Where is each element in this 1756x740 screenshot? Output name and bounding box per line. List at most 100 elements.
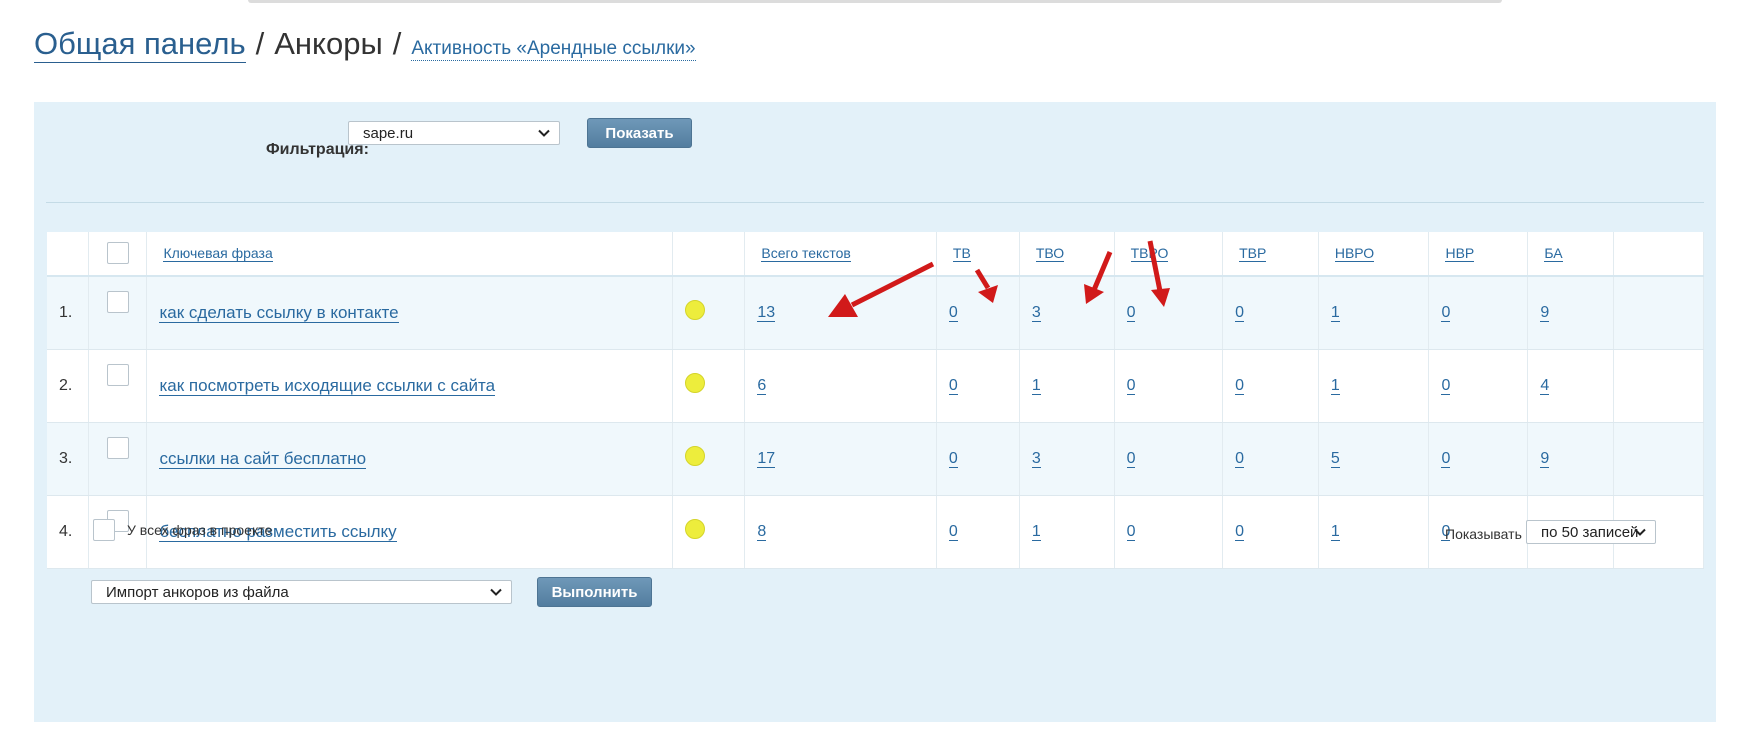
sort-phrase-link[interactable]: Ключевая фраза xyxy=(163,244,273,262)
bulk-action-select[interactable]: Импорт анкоров из файла xyxy=(91,580,512,604)
phrase-link[interactable]: как сделать ссылку в контакте xyxy=(159,302,399,323)
sort-nvro-link[interactable]: НВРО xyxy=(1334,244,1375,262)
row-checkbox[interactable] xyxy=(106,363,129,386)
per-page-label: Показывать xyxy=(1445,526,1522,542)
header-tvr: ТВР xyxy=(1222,232,1319,277)
per-page-select[interactable]: по 50 записей xyxy=(1526,520,1656,544)
header-tvo: ТВО xyxy=(1019,232,1115,277)
tvro-cell: 0 xyxy=(1114,422,1224,496)
ba-link[interactable]: 9 xyxy=(1540,449,1550,468)
execute-button[interactable]: Выполнить xyxy=(537,577,652,607)
nvro-link[interactable]: 5 xyxy=(1330,449,1340,468)
phrase-cell: ссылки на сайт бесплатно xyxy=(146,422,674,496)
tv-link[interactable]: 0 xyxy=(948,376,958,395)
tvo-cell: 1 xyxy=(1019,349,1115,423)
status-cell xyxy=(672,495,746,569)
all-phrases-checkbox[interactable] xyxy=(93,519,115,541)
nvr-cell: 0 xyxy=(1428,422,1529,496)
nvr-cell: 0 xyxy=(1428,349,1529,423)
header-tvro: ТВРО xyxy=(1114,232,1224,277)
nvr-link[interactable]: 0 xyxy=(1441,449,1451,468)
phrase-cell: как сделать ссылку в контакте xyxy=(146,276,674,350)
tvro-link[interactable]: 0 xyxy=(1126,376,1136,395)
sort-nvr-link[interactable]: НВР xyxy=(1445,244,1475,262)
breadcrumb-separator: / xyxy=(392,26,402,61)
tvro-cell: 0 xyxy=(1114,495,1224,569)
header-total: Всего текстов xyxy=(744,232,937,277)
tvr-link[interactable]: 0 xyxy=(1235,303,1244,322)
tvo-link[interactable]: 1 xyxy=(1031,376,1041,395)
tvo-link[interactable]: 3 xyxy=(1031,303,1041,322)
tvro-link[interactable]: 0 xyxy=(1126,449,1136,468)
tvr-link[interactable]: 0 xyxy=(1235,449,1244,468)
sort-tvr-link[interactable]: ТВР xyxy=(1239,244,1267,262)
nvr-link[interactable]: 0 xyxy=(1441,376,1451,395)
sort-tv-link[interactable]: ТВ xyxy=(952,244,971,262)
select-all-checkbox[interactable] xyxy=(106,242,129,264)
sort-tvo-link[interactable]: ТВО xyxy=(1035,244,1065,262)
header-num xyxy=(47,232,89,277)
nvro-cell: 1 xyxy=(1318,495,1430,569)
row-number: 4. xyxy=(47,495,89,569)
tv-link[interactable]: 0 xyxy=(948,449,958,468)
pad-cell xyxy=(1613,276,1705,350)
ba-link[interactable]: 9 xyxy=(1540,303,1550,322)
nvro-cell: 1 xyxy=(1318,349,1430,423)
breadcrumb-home-link[interactable]: Общая панель xyxy=(34,26,246,63)
row-checkbox-cell xyxy=(88,276,148,350)
filter-select[interactable]: sape.ru xyxy=(348,121,560,145)
nvr-cell: 0 xyxy=(1428,276,1529,350)
status-cell xyxy=(672,349,746,423)
tv-cell: 0 xyxy=(936,349,1020,423)
tv-link[interactable]: 0 xyxy=(948,303,958,322)
tvo-cell: 3 xyxy=(1019,276,1115,350)
header-ba: БА xyxy=(1527,232,1614,277)
ba-link[interactable]: 4 xyxy=(1540,376,1550,395)
all-phrases-label: У всех фраз в проекте xyxy=(127,522,273,538)
tvro-link[interactable]: 0 xyxy=(1126,303,1136,322)
nvro-cell: 1 xyxy=(1318,276,1430,350)
row-checkbox-cell xyxy=(88,422,148,496)
show-button[interactable]: Показать xyxy=(587,118,692,148)
nvr-link[interactable]: 0 xyxy=(1441,303,1451,322)
phrase-cell: как посмотреть исходящие ссылки с сайта xyxy=(146,349,674,423)
tv-link[interactable]: 0 xyxy=(948,522,958,541)
tvro-link[interactable]: 0 xyxy=(1126,522,1136,541)
status-dot-icon xyxy=(685,300,706,321)
row-checkbox[interactable] xyxy=(106,436,129,459)
tvr-link[interactable]: 0 xyxy=(1235,522,1244,541)
nvro-link[interactable]: 1 xyxy=(1330,303,1340,322)
tvo-link[interactable]: 3 xyxy=(1031,449,1041,468)
total-link[interactable]: 17 xyxy=(757,449,776,468)
tvr-cell: 0 xyxy=(1222,422,1319,496)
table-row: 2. как посмотреть исходящие ссылки с сай… xyxy=(47,349,1705,423)
sort-total-link[interactable]: Всего текстов xyxy=(761,244,851,262)
nvro-link[interactable]: 1 xyxy=(1330,522,1340,541)
breadcrumb-section: Анкоры xyxy=(274,26,383,61)
nvro-link[interactable]: 1 xyxy=(1330,376,1340,395)
breadcrumb-current-link[interactable]: Активность «Арендные ссылки» xyxy=(411,38,696,61)
tvr-link[interactable]: 0 xyxy=(1235,376,1244,395)
phrase-link[interactable]: ссылки на сайт бесплатно xyxy=(159,448,367,469)
header-status xyxy=(672,232,746,277)
tvo-link[interactable]: 1 xyxy=(1031,522,1041,541)
divider xyxy=(46,202,1704,203)
row-checkbox[interactable] xyxy=(106,291,129,313)
chevron-down-icon xyxy=(538,129,550,137)
sort-tvro-link[interactable]: ТВРО xyxy=(1130,244,1169,262)
row-number: 1. xyxy=(47,276,89,350)
tv-cell: 0 xyxy=(936,495,1020,569)
total-link[interactable]: 6 xyxy=(757,376,767,395)
table-header-row: Ключевая фраза Всего текстов ТВ ТВО ТВРО… xyxy=(47,232,1705,277)
chevron-down-icon xyxy=(1634,528,1646,536)
sort-ba-link[interactable]: БА xyxy=(1544,244,1563,262)
total-link[interactable]: 13 xyxy=(757,303,776,322)
phrase-link[interactable]: как посмотреть исходящие ссылки с сайта xyxy=(159,375,496,396)
total-link[interactable]: 8 xyxy=(757,522,767,541)
tv-cell: 0 xyxy=(936,422,1020,496)
tvr-cell: 0 xyxy=(1222,495,1319,569)
tvo-cell: 1 xyxy=(1019,495,1115,569)
tv-cell: 0 xyxy=(936,276,1020,350)
breadcrumb-separator: / xyxy=(255,26,265,61)
anchors-table: Ключевая фраза Всего текстов ТВ ТВО ТВРО… xyxy=(47,232,1705,569)
